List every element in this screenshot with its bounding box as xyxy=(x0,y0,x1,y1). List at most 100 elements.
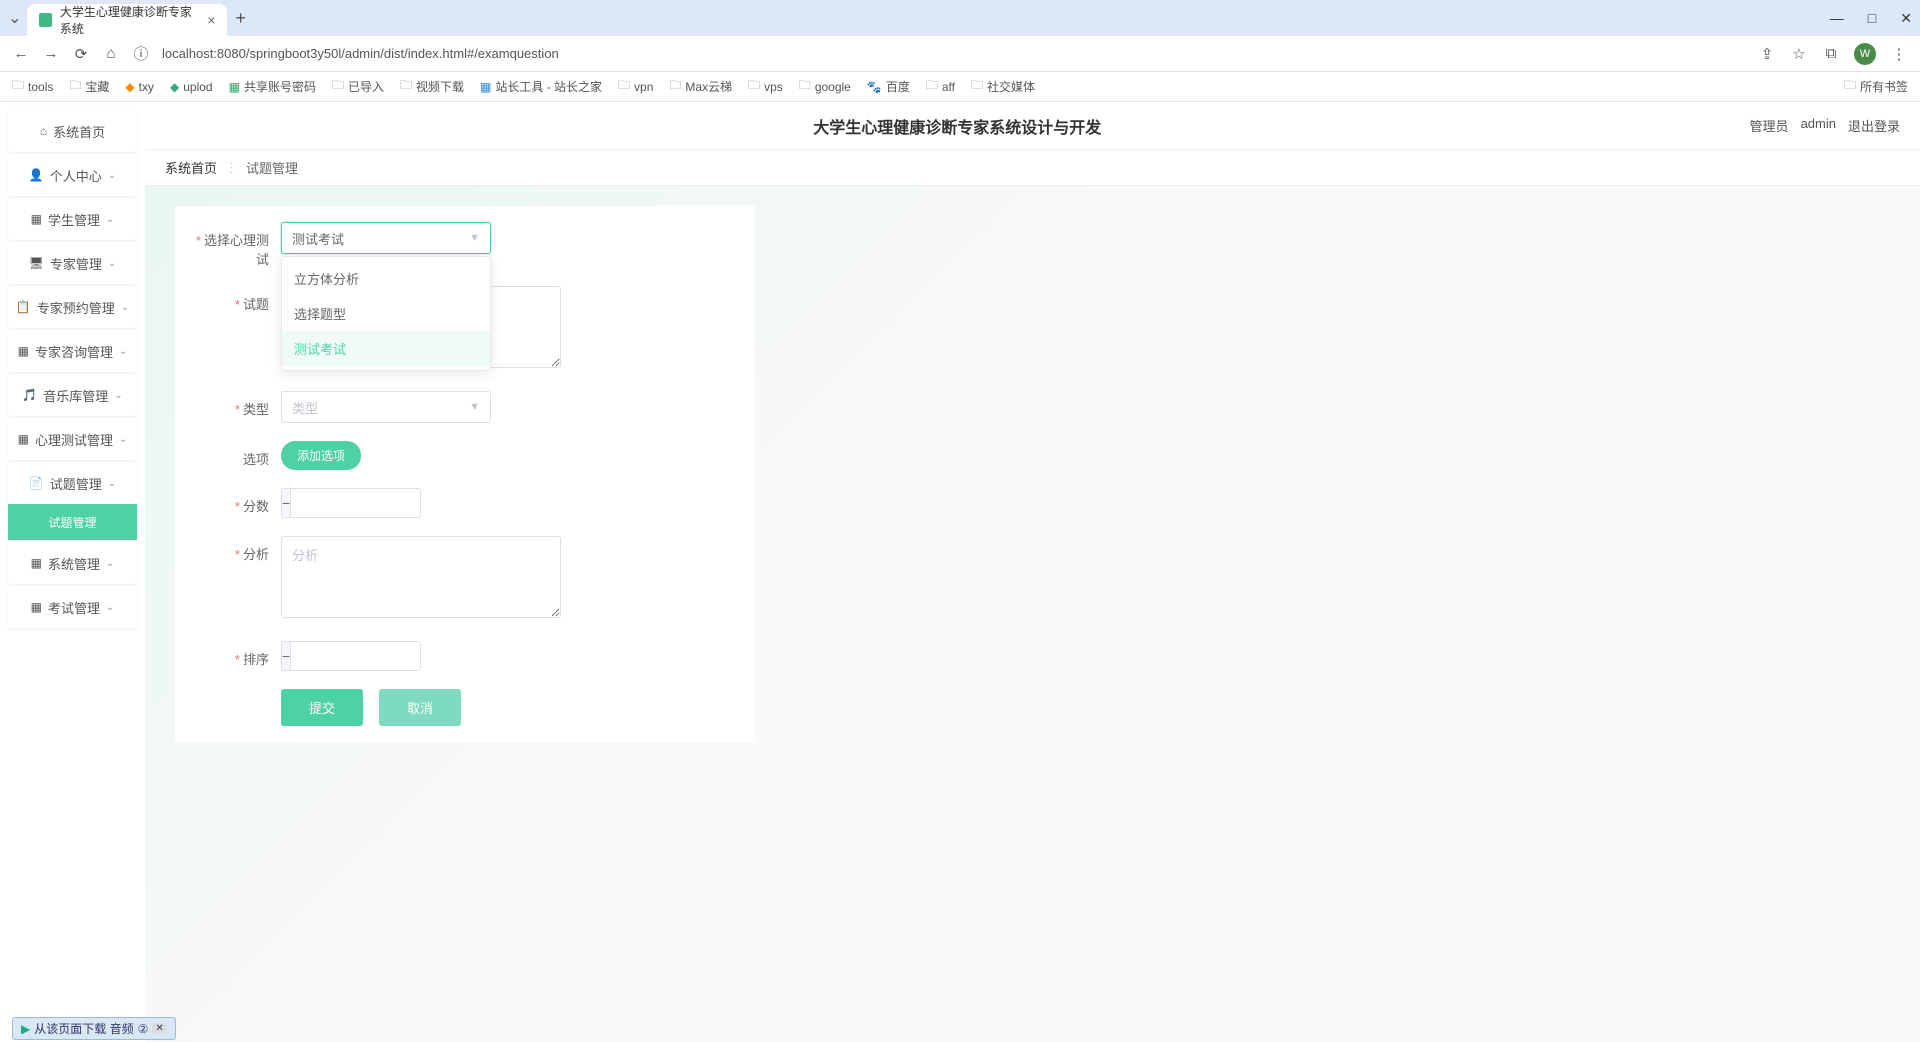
bookmark-aff[interactable]: 🗀aff xyxy=(926,76,955,97)
close-window-icon[interactable]: ✕ xyxy=(1900,10,1912,27)
logout-link[interactable]: 退出登录 xyxy=(1848,116,1900,135)
bookmark-treasure[interactable]: 🗀宝藏 xyxy=(69,76,109,97)
tab-dropdown-icon[interactable]: ⌄ xyxy=(8,8,21,28)
add-option-button[interactable]: 添加选项 xyxy=(281,441,361,470)
tab-title: 大学生心理健康诊断专家系统 xyxy=(60,3,199,37)
bookmark-uplod[interactable]: ◆uplod xyxy=(170,80,213,94)
select-type[interactable]: 类型 ▼ xyxy=(281,391,491,423)
submit-button[interactable]: 提交 xyxy=(281,689,363,726)
decrease-button[interactable]: − xyxy=(282,489,291,517)
chevron-down-icon: ⌄ xyxy=(108,478,116,489)
menu-icon: 🖥 xyxy=(29,256,44,270)
sidebar-item-9[interactable]: ▦系统管理⌄ xyxy=(8,542,137,584)
browser-tab[interactable]: 大学生心理健康诊断专家系统 × xyxy=(27,4,227,36)
bookmark-star-icon[interactable]: ☆ xyxy=(1790,45,1808,63)
sidebar-item-1[interactable]: 👤个人中心⌄ xyxy=(8,154,137,196)
new-tab-button[interactable]: + xyxy=(235,8,246,29)
minimize-icon[interactable]: — xyxy=(1830,10,1844,27)
sidebar-item-0[interactable]: ⌂系统首页 xyxy=(8,110,137,152)
menu-icon: ▦ xyxy=(31,212,42,226)
menu-icon: ▦ xyxy=(18,432,29,446)
sidebar-item-2[interactable]: ▦学生管理⌄ xyxy=(8,198,137,240)
bookmark-google[interactable]: 🗀google xyxy=(799,76,851,97)
menu-icon: ▦ xyxy=(18,344,29,358)
window-controls: — □ ✕ xyxy=(1830,10,1912,27)
menu-icon[interactable]: ⋮ xyxy=(1890,45,1908,63)
favicon-icon xyxy=(39,13,52,27)
cancel-button[interactable]: 取消 xyxy=(379,689,461,726)
share-icon[interactable]: ⇪ xyxy=(1758,45,1776,63)
score-value[interactable] xyxy=(291,489,421,517)
menu-icon: 👤 xyxy=(29,168,44,182)
menu-icon: ▦ xyxy=(31,600,42,614)
dropdown-panel: 立方体分析 选择题型 测试考试 xyxy=(281,256,491,371)
sidebar-item-8[interactable]: 📄试题管理⌄ xyxy=(8,462,137,504)
dropdown-option-2[interactable]: 测试考试 xyxy=(282,331,490,366)
bookmark-shared-accounts[interactable]: ▦共享账号密码 xyxy=(229,78,316,95)
bookmarks-bar: 🗀tools 🗀宝藏 ◆txy ◆uplod ▦共享账号密码 🗀已导入 🗀视频下… xyxy=(0,72,1920,102)
reload-icon[interactable]: ⟳ xyxy=(72,45,90,63)
forward-icon[interactable]: → xyxy=(42,45,60,62)
count-badge: ② xyxy=(138,1022,149,1036)
chevron-down-icon: ⌄ xyxy=(121,302,129,313)
user-role: 管理员 xyxy=(1750,116,1789,135)
bookmark-webmaster[interactable]: ▦站长工具 - 站长之家 xyxy=(480,78,602,95)
chevron-down-icon: ⌄ xyxy=(119,434,127,445)
app-header: 大学生心理健康诊断专家系统设计与开发 管理员 admin 退出登录 xyxy=(145,102,1920,150)
breadcrumb-home[interactable]: 系统首页 xyxy=(165,158,217,177)
analysis-textarea[interactable] xyxy=(281,536,561,618)
sidebar-item-5[interactable]: ▦专家咨询管理⌄ xyxy=(8,330,137,372)
close-icon[interactable]: ✕ xyxy=(152,1023,166,1034)
sidebar-item-7[interactable]: ▦心理测试管理⌄ xyxy=(8,418,137,460)
bookmark-maxcloud[interactable]: 🗀Max云梯 xyxy=(669,76,732,97)
app-title: 大学生心理健康诊断专家系统设计与开发 xyxy=(165,114,1750,138)
dropdown-option-1[interactable]: 选择题型 xyxy=(282,296,490,331)
home-icon[interactable]: ⌂ xyxy=(102,45,120,62)
maximize-icon[interactable]: □ xyxy=(1868,10,1876,27)
bookmark-social[interactable]: 🗀社交媒体 xyxy=(971,76,1035,97)
select-psychology-test[interactable]: 测试考试 ▼ xyxy=(281,222,491,254)
sidebar: ⌂系统首页👤个人中心⌄▦学生管理⌄🖥专家管理⌄📋专家预约管理⌄▦专家咨询管理⌄🎵… xyxy=(0,102,145,1042)
bookmark-all[interactable]: 🗀所有书签 xyxy=(1844,76,1908,97)
chevron-down-icon: ▼ xyxy=(469,401,480,413)
chevron-down-icon: ▼ xyxy=(469,232,480,244)
bookmark-imported[interactable]: 🗀已导入 xyxy=(332,76,384,97)
form-card: *选择心理测试 测试考试 ▼ 立方体分析 选择题型 测试考试 xyxy=(175,206,755,742)
bookmark-txy[interactable]: ◆txy xyxy=(125,80,154,94)
bookmark-baidu[interactable]: 🐾百度 xyxy=(867,78,910,95)
browser-nav-bar: ← → ⟳ ⌂ ⓘ localhost:8080/springboot3y50l… xyxy=(0,36,1920,72)
url-bar[interactable]: localhost:8080/springboot3y50l/admin/dis… xyxy=(162,46,1746,61)
score-number-input[interactable]: − + xyxy=(281,488,421,518)
chevron-down-icon: ⌄ xyxy=(106,558,114,569)
bookmark-vps[interactable]: 🗀vps xyxy=(748,76,783,97)
sidebar-subitem-8[interactable]: 试题管理 xyxy=(8,504,137,540)
chevron-down-icon: ⌄ xyxy=(108,258,116,269)
sidebar-item-3[interactable]: 🖥专家管理⌄ xyxy=(8,242,137,284)
close-tab-icon[interactable]: × xyxy=(207,12,215,28)
order-value[interactable] xyxy=(291,642,421,670)
back-icon[interactable]: ← xyxy=(12,45,30,62)
menu-icon: ▦ xyxy=(31,556,42,570)
bookmark-vpn[interactable]: 🗀vpn xyxy=(618,76,653,97)
sidebar-item-10[interactable]: ▦考试管理⌄ xyxy=(8,586,137,628)
username[interactable]: admin xyxy=(1801,116,1836,135)
chevron-down-icon: ⌄ xyxy=(119,346,127,357)
extensions-icon[interactable]: ⧉ xyxy=(1822,45,1840,62)
browser-tab-bar: ⌄ 大学生心理健康诊断专家系统 × + — □ ✕ xyxy=(0,0,1920,36)
chevron-down-icon: ⌄ xyxy=(114,390,122,401)
play-icon: ▶ xyxy=(21,1022,30,1036)
download-audio-bar[interactable]: ▶ 从该页面下载 音频 ② ✕ xyxy=(12,1017,176,1040)
menu-icon: ⌂ xyxy=(40,124,47,138)
decrease-button[interactable]: − xyxy=(282,642,291,670)
profile-avatar[interactable]: W xyxy=(1854,43,1876,65)
sidebar-item-6[interactable]: 🎵音乐库管理⌄ xyxy=(8,374,137,416)
dropdown-option-0[interactable]: 立方体分析 xyxy=(282,261,490,296)
site-info-icon[interactable]: ⓘ xyxy=(132,43,150,64)
breadcrumb: 系统首页 ⋮ 试题管理 xyxy=(145,150,1920,186)
order-number-input[interactable]: − + xyxy=(281,641,421,671)
bookmark-video-dl[interactable]: 🗀视频下载 xyxy=(400,76,464,97)
bookmark-tools[interactable]: 🗀tools xyxy=(12,76,53,97)
chevron-down-icon: ⌄ xyxy=(106,214,114,225)
breadcrumb-separator-icon: ⋮ xyxy=(225,160,238,176)
sidebar-item-4[interactable]: 📋专家预约管理⌄ xyxy=(8,286,137,328)
